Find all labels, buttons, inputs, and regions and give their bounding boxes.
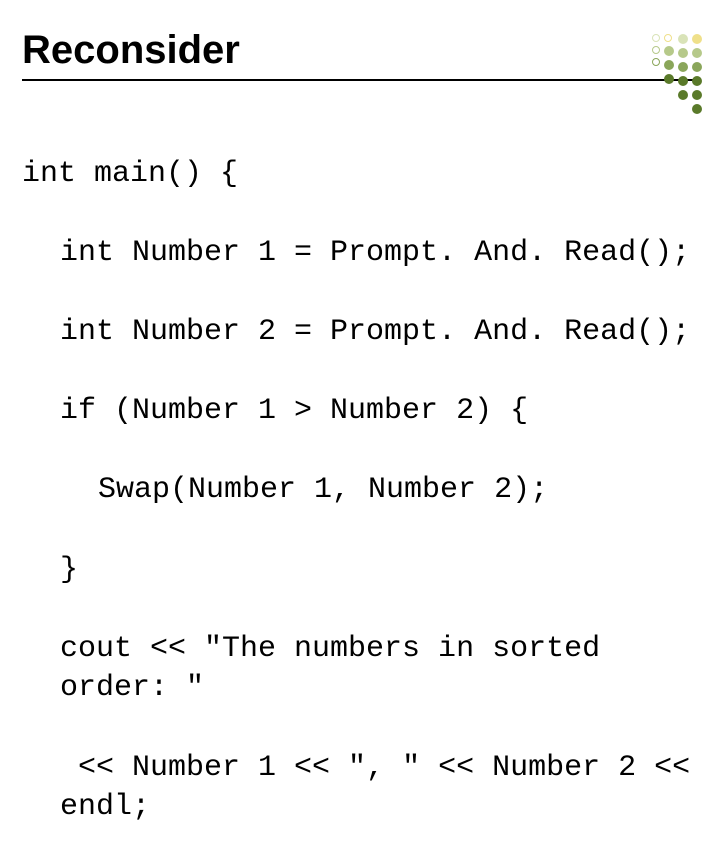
deco-dot — [692, 104, 702, 114]
deco-dot — [692, 48, 702, 58]
deco-dot — [692, 34, 702, 44]
deco-dot — [652, 34, 660, 42]
code-line: } — [22, 551, 698, 591]
code-line: cout << "The numbers in sorted order: " — [22, 630, 698, 709]
deco-dot — [664, 60, 674, 70]
deco-dot — [678, 76, 688, 86]
corner-decoration — [652, 34, 702, 114]
deco-dot — [664, 46, 674, 56]
deco-dot — [652, 58, 660, 66]
slide-title: Reconsider — [22, 28, 698, 73]
deco-col — [652, 34, 660, 114]
deco-dot — [692, 76, 702, 86]
deco-dot — [692, 90, 702, 100]
deco-dot — [678, 34, 688, 44]
code-line: Swap(Number 1, Number 2); — [22, 471, 698, 511]
code-line: int Number 1 = Prompt. And. Read(); — [22, 234, 698, 274]
deco-dot — [692, 62, 702, 72]
deco-dot — [678, 62, 688, 72]
deco-dot — [652, 46, 660, 54]
deco-dot — [678, 48, 688, 58]
deco-dot — [664, 74, 674, 84]
deco-col — [678, 34, 688, 114]
code-line: << Number 1 << ", " << Number 2 << endl; — [22, 749, 698, 828]
code-line: int Number 2 = Prompt. And. Read(); — [22, 313, 698, 353]
deco-dot — [678, 90, 688, 100]
code-block: int main() { int Number 1 = Prompt. And.… — [22, 115, 698, 867]
code-line: if (Number 1 > Number 2) { — [22, 392, 698, 432]
code-line: int main() { — [22, 155, 698, 195]
deco-col — [692, 34, 702, 114]
deco-col — [664, 34, 674, 114]
title-wrap: Reconsider — [22, 28, 698, 81]
deco-dot — [664, 34, 672, 42]
